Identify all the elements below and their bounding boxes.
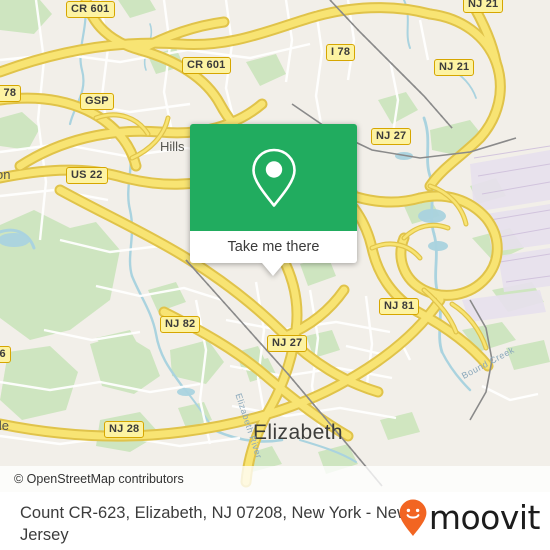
- road-shield[interactable]: I 78: [326, 44, 356, 61]
- road-shield[interactable]: NJ 82: [160, 316, 201, 333]
- road-shield[interactable]: US 22: [66, 167, 108, 184]
- moovit-wordmark: moovit: [428, 498, 541, 537]
- place-label: on: [0, 167, 11, 182]
- road-shield[interactable]: NJ 28: [104, 421, 145, 438]
- road-shield[interactable]: CR 601: [66, 1, 115, 18]
- map-pin-icon: [251, 148, 296, 207]
- attribution-text: © OpenStreetMap contributors: [14, 472, 184, 486]
- moovit-smiley-pin-icon: [399, 499, 427, 536]
- road-shield[interactable]: GSP: [80, 93, 114, 110]
- map-canvas[interactable]: CR 601 CR 601 I 78 NJ 21 NJ 21 I 78 GSP …: [0, 0, 550, 492]
- road-shield[interactable]: NJ 27: [267, 335, 308, 352]
- road-shield[interactable]: CR 601: [182, 57, 231, 74]
- road-shield[interactable]: I 6: [0, 346, 11, 363]
- popup-cta-label: Take me there: [227, 239, 320, 255]
- moovit-logo[interactable]: moovit: [398, 498, 541, 538]
- map-attribution: © OpenStreetMap contributors: [0, 466, 550, 492]
- map-popup-card[interactable]: Take me there: [190, 124, 357, 276]
- place-label-elizabeth: Elizabeth: [253, 421, 343, 444]
- map-screenshot: CR 601 CR 601 I 78 NJ 21 NJ 21 I 78 GSP …: [0, 0, 550, 550]
- road-shield[interactable]: NJ 21: [434, 59, 475, 76]
- place-label: Hills: [160, 139, 185, 154]
- road-shield[interactable]: NJ 21: [463, 0, 504, 13]
- place-label: lle: [0, 418, 10, 433]
- popup-image-area: [190, 124, 357, 231]
- popup-pointer-tail: [262, 263, 284, 276]
- road-shield[interactable]: I 78: [0, 85, 22, 102]
- road-shield[interactable]: NJ 27: [371, 128, 412, 145]
- road-shield[interactable]: NJ 81: [379, 298, 420, 315]
- popup-cta-button[interactable]: Take me there: [190, 231, 357, 263]
- location-title: Count CR-623, Elizabeth, NJ 07208, New Y…: [20, 504, 409, 544]
